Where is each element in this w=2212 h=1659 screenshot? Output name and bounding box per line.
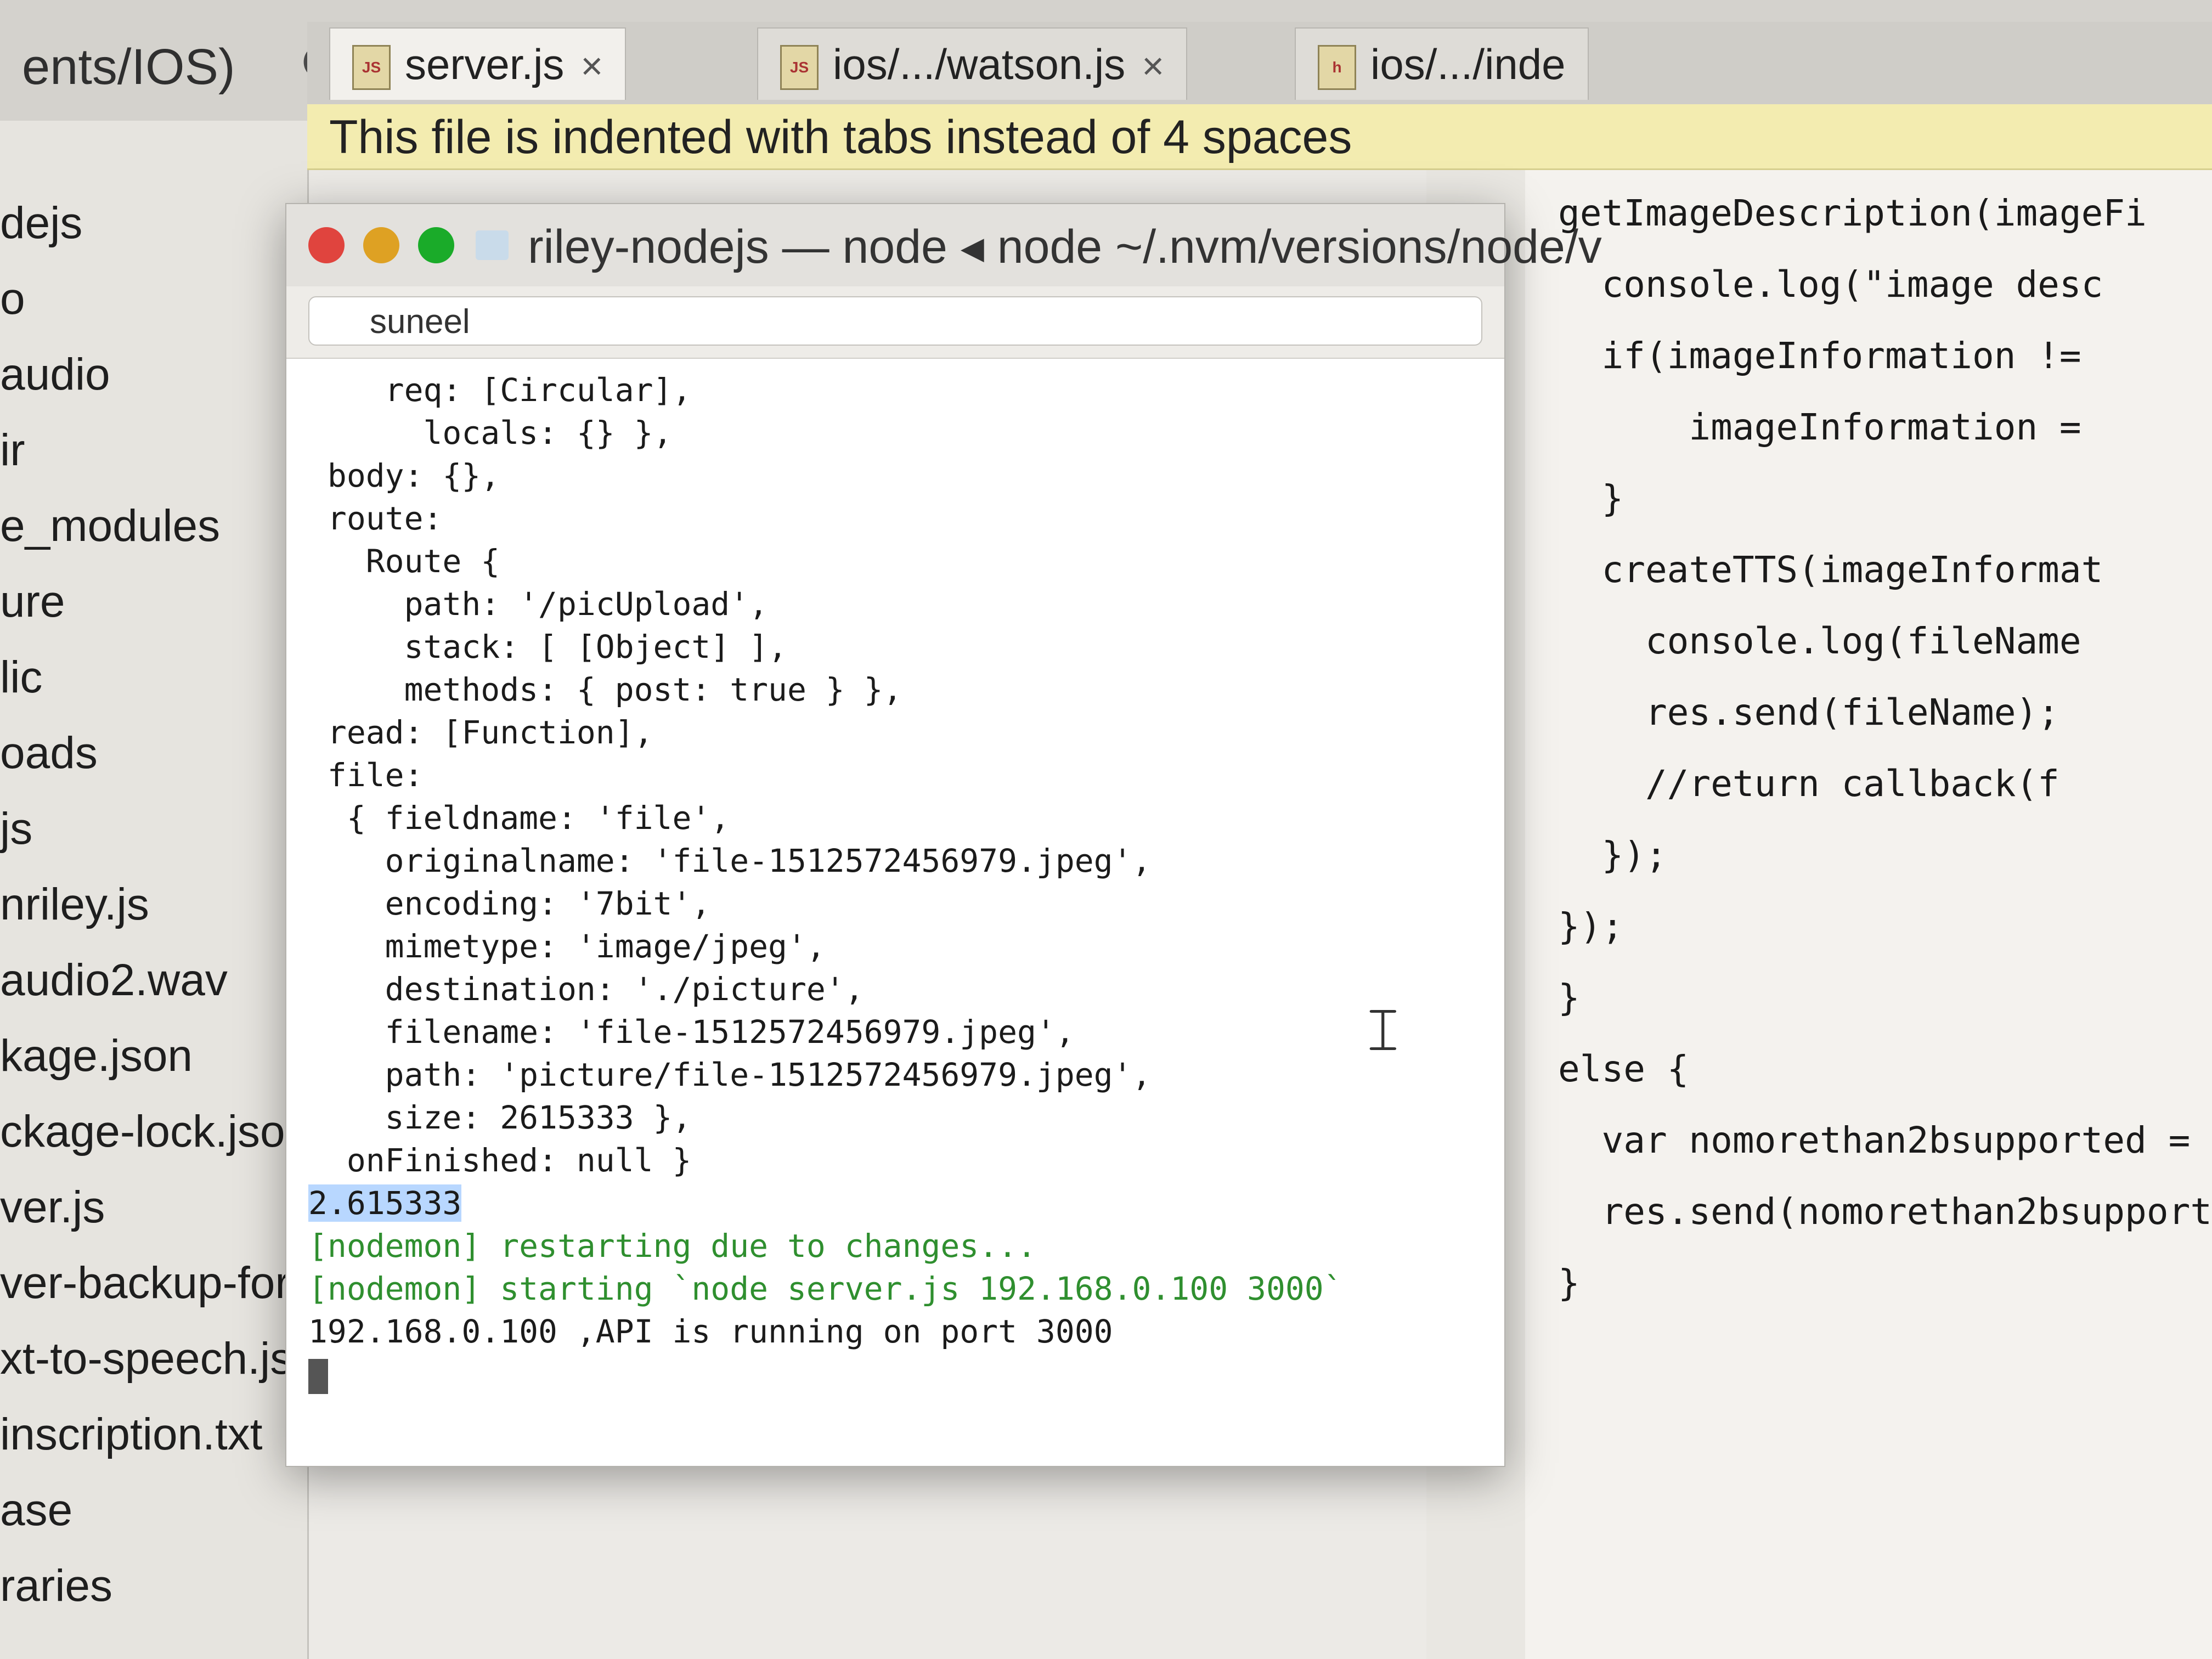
code-line: //return callback(f	[1558, 763, 2059, 805]
tab-server-js[interactable]: JS server.js ×	[329, 27, 627, 100]
zoom-window-icon[interactable]	[418, 227, 454, 263]
output-line: filename: 'file-1512572456979.jpeg',	[308, 1013, 1075, 1051]
code-line: });	[1558, 834, 1667, 876]
output-line: stack: [ [Object] ],	[308, 628, 787, 665]
selected-text: 2.615333	[308, 1184, 462, 1222]
folder-icon	[476, 230, 509, 260]
tree-item[interactable]: ure	[0, 576, 65, 628]
tab-watson-js[interactable]: JS ios/.../watson.js ×	[757, 27, 1188, 100]
close-window-icon[interactable]	[308, 227, 345, 263]
js-file-icon: JS	[780, 45, 819, 91]
code-line: res.send(nomorethan2bsupport	[1558, 1190, 2212, 1233]
tree-item[interactable]: audio2.wav	[0, 955, 228, 1006]
cursor	[308, 1358, 328, 1394]
output-line: body: {},	[308, 457, 500, 494]
close-icon[interactable]: ×	[580, 44, 603, 87]
indentation-notice: This file is indented with tabs instead …	[307, 104, 2212, 170]
nodemon-line: [nodemon] restarting due to changes...	[308, 1227, 1036, 1265]
editor-tabs: JS server.js × JS ios/.../watson.js × h ios/.…	[307, 22, 2212, 104]
terminal-title: riley-nodejs — node ◂ node ~/.nvm/versio…	[528, 221, 1602, 273]
output-lines: req: [Circular], locals: {} }, body: {},…	[308, 369, 1493, 1182]
tree-item[interactable]: o	[0, 273, 25, 325]
code-line: if(imageInformation !=	[1558, 335, 2081, 377]
tree-item[interactable]: ir	[0, 425, 25, 476]
tree-item[interactable]: lic	[0, 652, 42, 703]
output-line: destination: './picture',	[308, 970, 864, 1008]
code-line: createTTS(imageInformat	[1558, 549, 2103, 591]
code-line: res.send(fileName);	[1558, 691, 2059, 733]
output-line: read: [Function],	[308, 714, 653, 751]
tree-item[interactable]: xt-to-speech.js	[0, 1333, 292, 1385]
js-file-icon: JS	[352, 45, 391, 91]
nodemon-line: [nodemon] starting `node server.js 192.1…	[308, 1270, 1343, 1307]
ibeam-cursor-icon: 𝙸	[1362, 994, 1404, 1064]
screen: ents/IOS) ⊕ ⇕ ⚙ ⇤ dejsoaudioire_modulesu…	[0, 0, 2212, 1659]
tab-index[interactable]: h ios/.../inde	[1295, 27, 1589, 100]
tree-item[interactable]: raries	[0, 1560, 112, 1612]
tab-label: ios/.../inde	[1370, 40, 1566, 88]
prompt-line	[308, 1353, 1493, 1396]
code-line: }	[1558, 977, 1580, 1019]
tree-item[interactable]: nriley.js	[0, 879, 149, 930]
output-line: onFinished: null }	[308, 1142, 692, 1179]
output-line: encoding: '7bit',	[308, 885, 711, 922]
output-line: req: [Circular],	[308, 371, 692, 409]
output-line: 192.168.0.100 ,API is running on port 30…	[308, 1313, 1113, 1350]
search-input[interactable]: suneel	[308, 296, 1482, 346]
code-line: var nomorethan2bsupported =	[1558, 1119, 2191, 1161]
output-line: route:	[308, 500, 443, 537]
code-line: else {	[1558, 1048, 1689, 1090]
code-line: console.log("image desc	[1558, 263, 2103, 306]
output-line: path: 'picture/file-1512572456979.jpeg',	[308, 1056, 1152, 1093]
code-line: console.log(fileName	[1558, 620, 2081, 662]
code-line: imageInformation =	[1558, 406, 2081, 448]
code-line: }	[1558, 1262, 1580, 1304]
output-line: { fieldname: 'file',	[308, 799, 730, 837]
tree-item[interactable]: ase	[0, 1485, 72, 1536]
tree-item[interactable]: ckage-lock.json	[0, 1106, 307, 1158]
output-line: methods: { post: true } },	[308, 671, 902, 708]
tab-label: server.js	[405, 40, 565, 88]
minimize-window-icon[interactable]	[363, 227, 399, 263]
code-line: getImageDescription(imageFi	[1558, 192, 2147, 234]
output-line: file:	[308, 757, 424, 794]
tree-item[interactable]: ver.js	[0, 1182, 105, 1233]
tree-item[interactable]: oads	[0, 727, 98, 779]
project-tree: dejs o audio ir e_modulesure lic oads js nriley.…	[0, 121, 309, 1659]
output-line: size: 2615333 },	[308, 1099, 692, 1136]
tree-item[interactable]: kage.json	[0, 1030, 193, 1082]
output-line: mimetype: 'image/jpeg',	[308, 928, 826, 965]
output-line: locals: {} },	[308, 414, 673, 452]
output-line: path: '/picUpload',	[308, 585, 769, 623]
code-line: });	[1558, 905, 1624, 947]
output-line: originalname: 'file-1512572456979.jpeg',	[308, 842, 1152, 879]
terminal-output[interactable]: req: [Circular], locals: {} }, body: {},…	[308, 369, 1493, 1460]
terminal-titlebar: riley-nodejs — node ◂ node ~/.nvm/versio…	[286, 204, 1602, 287]
tree-item[interactable]: ver-backup-for-use	[0, 1257, 307, 1309]
tree-item[interactable]: js	[0, 803, 32, 855]
terminal-searchbar: ⌕ suneel	[286, 286, 1504, 359]
output-line: 2.615333	[308, 1182, 1493, 1224]
tree-item[interactable]: audio	[0, 349, 110, 400]
terminal-window[interactable]: riley-nodejs — node ◂ node ~/.nvm/versio…	[285, 203, 1602, 1467]
code-editor[interactable]: getImageDescription(imageFi console.log(…	[1525, 170, 2212, 1659]
h-file-icon: h	[1318, 45, 1356, 91]
tree-item[interactable]: e_modules	[0, 500, 220, 552]
tree-item[interactable]: inscription.txt	[0, 1409, 263, 1460]
output-line: Route {	[308, 543, 500, 580]
close-icon[interactable]: ×	[1142, 44, 1164, 87]
tab-label: ios/.../watson.js	[833, 40, 1126, 88]
code-line: }	[1558, 477, 1624, 520]
project-path: ents/IOS)	[22, 39, 235, 95]
tree-item[interactable]: dejs	[0, 198, 82, 249]
